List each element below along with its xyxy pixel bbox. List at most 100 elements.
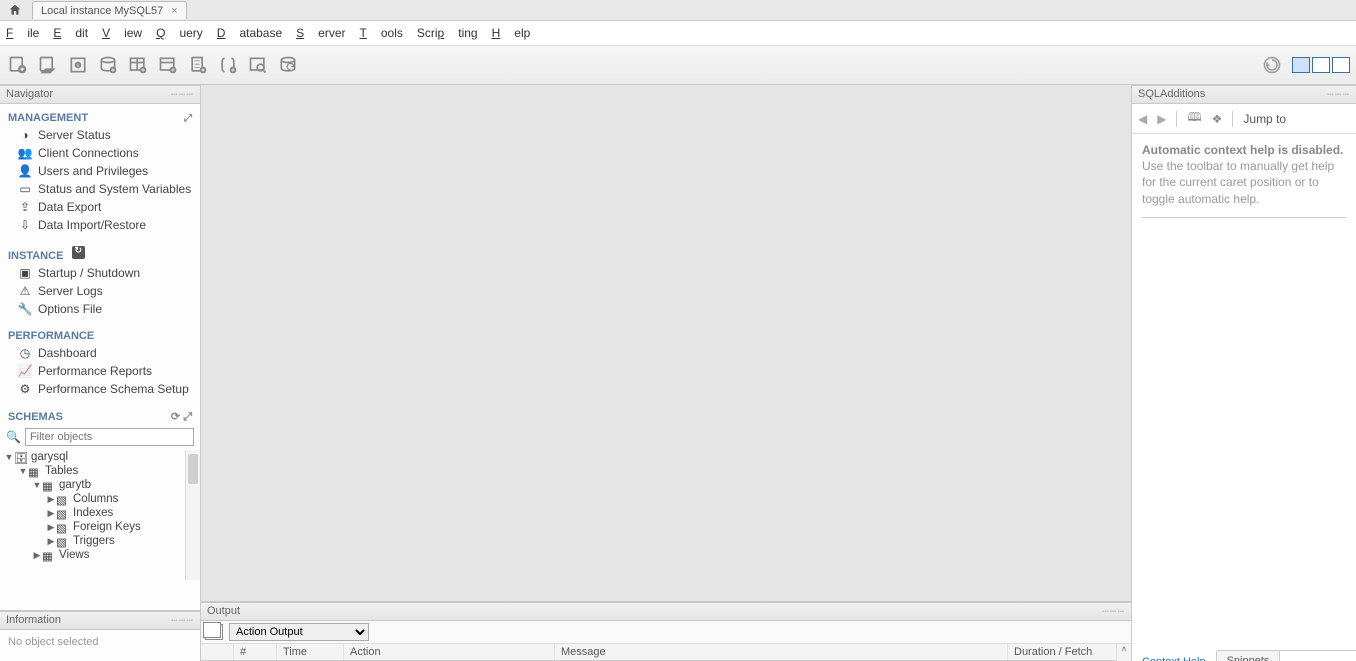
management-header: MANAGEMENT bbox=[8, 112, 88, 124]
connection-tab[interactable]: Local instance MySQL57 × bbox=[32, 1, 187, 19]
tree-tables[interactable]: Tables bbox=[45, 465, 78, 477]
refresh-icon[interactable]: ⟳ bbox=[171, 411, 180, 423]
instance-icon bbox=[72, 246, 85, 259]
power-icon: ▣ bbox=[18, 266, 32, 280]
gauge-icon: ◷ bbox=[18, 346, 32, 360]
nav-status-variables[interactable]: ▭Status and System Variables bbox=[0, 180, 200, 198]
sqladditions-title: SQLAdditions ┄┄┄ bbox=[1132, 85, 1356, 104]
connection-tab-label: Local instance MySQL57 bbox=[41, 5, 163, 17]
nav-startup-shutdown[interactable]: ▣Startup / Shutdown bbox=[0, 264, 200, 282]
wrench-icon: 🔧 bbox=[18, 302, 32, 316]
layout-bottom-button[interactable] bbox=[1312, 57, 1330, 73]
layout-right-button[interactable] bbox=[1332, 57, 1350, 73]
folder-icon: ▦ bbox=[42, 549, 56, 561]
nav-data-export[interactable]: ⇪Data Export bbox=[0, 198, 200, 216]
menu-query[interactable]: Query bbox=[156, 26, 203, 40]
table-icon: ▦ bbox=[42, 479, 56, 491]
magnifier-icon: 🔍 bbox=[6, 430, 21, 444]
new-function-icon[interactable] bbox=[216, 53, 240, 77]
menu-file[interactable]: File bbox=[6, 26, 39, 40]
nav-server-status[interactable]: ◑Server Status bbox=[0, 126, 200, 144]
menu-scripting[interactable]: Scripting bbox=[417, 26, 478, 40]
new-schema-icon[interactable] bbox=[96, 53, 120, 77]
home-tab[interactable] bbox=[4, 1, 26, 19]
schemas-header: SCHEMAS bbox=[8, 411, 63, 423]
nav-data-import[interactable]: ⇩Data Import/Restore bbox=[0, 216, 200, 234]
tree-db[interactable]: garysql bbox=[31, 451, 68, 463]
col-action[interactable]: Action bbox=[344, 644, 555, 660]
tab-context-help[interactable]: Context Help bbox=[1132, 650, 1217, 661]
col-message[interactable]: Message bbox=[555, 644, 1008, 660]
col-status[interactable] bbox=[201, 644, 234, 660]
nav-client-connections[interactable]: 👥Client Connections bbox=[0, 144, 200, 162]
menu-tools[interactable]: Tools bbox=[360, 26, 403, 40]
tree-scrollbar[interactable] bbox=[185, 450, 200, 580]
auto-help-icon[interactable]: ❖ bbox=[1212, 112, 1223, 126]
tree-toggle-icon[interactable] bbox=[46, 494, 56, 505]
close-icon[interactable]: × bbox=[171, 5, 177, 17]
tree-toggle-icon[interactable] bbox=[46, 508, 56, 519]
col-num[interactable]: # bbox=[234, 644, 277, 660]
editor-area[interactable] bbox=[201, 85, 1131, 602]
new-view-icon[interactable] bbox=[156, 53, 180, 77]
output-stack-icon[interactable] bbox=[205, 624, 223, 640]
scroll-up-icon[interactable]: ˄ bbox=[1117, 644, 1131, 658]
import-icon: ⇩ bbox=[18, 218, 32, 232]
tree-table[interactable]: garytb bbox=[59, 479, 91, 491]
nav-server-logs[interactable]: ⚠Server Logs bbox=[0, 282, 200, 300]
nav-users-privileges[interactable]: 👤Users and Privileges bbox=[0, 162, 200, 180]
menubar: File Edit View Query Database Server Too… bbox=[0, 21, 1356, 45]
menu-database[interactable]: Database bbox=[217, 26, 282, 40]
information-body: No object selected bbox=[0, 630, 200, 661]
reconnect-icon[interactable] bbox=[276, 53, 300, 77]
tree-toggle-icon[interactable] bbox=[4, 452, 14, 462]
dotted-grip-icon[interactable]: ┄┄┄ bbox=[171, 88, 194, 101]
status-icon: ◑ bbox=[18, 128, 32, 142]
folder-icon: ▧ bbox=[56, 521, 70, 533]
col-duration[interactable]: Duration / Fetch bbox=[1008, 644, 1131, 660]
nav-dashboard[interactable]: ◷Dashboard bbox=[0, 344, 200, 362]
menu-server[interactable]: Server bbox=[296, 26, 345, 40]
forward-icon[interactable]: ▶ bbox=[1157, 112, 1166, 126]
navigator-title: Navigator ┄┄┄ bbox=[0, 85, 200, 104]
schema-filter-input[interactable] bbox=[25, 428, 194, 446]
new-procedure-icon[interactable] bbox=[186, 53, 210, 77]
folder-icon: ▦ bbox=[28, 465, 42, 477]
back-icon[interactable]: ◀ bbox=[1138, 112, 1147, 126]
nav-perf-schema[interactable]: ⚙Performance Schema Setup bbox=[0, 380, 200, 398]
tab-snippets[interactable]: Snippets bbox=[1217, 651, 1281, 661]
col-time[interactable]: Time bbox=[277, 644, 344, 660]
nav-options-file[interactable]: 🔧Options File bbox=[0, 300, 200, 318]
tree-toggle-icon[interactable] bbox=[18, 466, 28, 476]
main-toolbar: i bbox=[0, 45, 1356, 85]
inspector-icon[interactable]: i bbox=[66, 53, 90, 77]
schema-tree[interactable]: 🗄 garysql ▦ Tables ▦ garytb ▧Columns ▧In… bbox=[0, 450, 200, 580]
expand-all-icon[interactable]: ⤢ bbox=[183, 411, 192, 423]
nav-perf-reports[interactable]: 📈Performance Reports bbox=[0, 362, 200, 380]
export-icon: ⇪ bbox=[18, 200, 32, 214]
manual-help-icon[interactable]: 🕮 bbox=[1187, 108, 1201, 129]
output-scrollbar[interactable]: ˄ bbox=[1116, 644, 1131, 661]
performance-header: PERFORMANCE bbox=[8, 330, 94, 342]
output-grid[interactable]: # Time Action Message Duration / Fetch ●… bbox=[201, 644, 1131, 661]
open-sql-icon[interactable] bbox=[36, 53, 60, 77]
dotted-grip-icon[interactable]: ┄┄┄ bbox=[1102, 605, 1125, 618]
tree-toggle-icon[interactable] bbox=[46, 522, 56, 533]
tree-toggle-icon[interactable] bbox=[32, 480, 42, 490]
update-icon[interactable] bbox=[1260, 53, 1284, 77]
search-icon[interactable] bbox=[246, 53, 270, 77]
menu-edit[interactable]: Edit bbox=[53, 26, 88, 40]
output-type-select[interactable]: Action Output bbox=[229, 623, 369, 641]
folder-icon: ▧ bbox=[56, 507, 70, 519]
new-sql-tab-icon[interactable] bbox=[6, 53, 30, 77]
tree-toggle-icon[interactable] bbox=[32, 550, 42, 561]
menu-help[interactable]: Help bbox=[492, 26, 531, 40]
expand-icon[interactable]: ⤢ bbox=[184, 113, 192, 124]
layout-left-button[interactable] bbox=[1292, 57, 1310, 73]
dotted-grip-icon[interactable]: ┄┄┄ bbox=[171, 614, 194, 627]
menu-view[interactable]: View bbox=[102, 26, 142, 40]
tree-toggle-icon[interactable] bbox=[46, 536, 56, 547]
new-table-icon[interactable] bbox=[126, 53, 150, 77]
jump-to-label[interactable]: Jump to bbox=[1243, 112, 1286, 126]
dotted-grip-icon[interactable]: ┄┄┄ bbox=[1327, 88, 1350, 101]
